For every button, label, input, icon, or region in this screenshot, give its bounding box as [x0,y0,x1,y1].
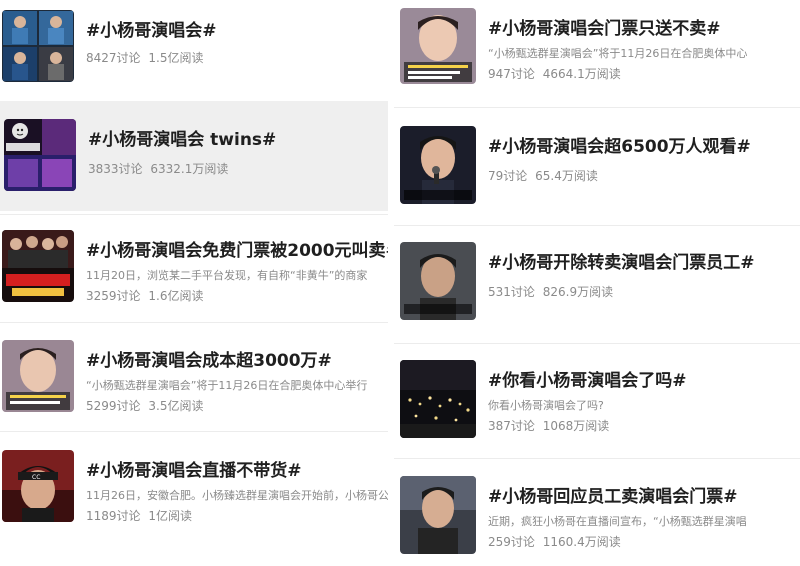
topic-excerpt: 11月20日，浏览某二手平台发现，有自称“非黄牛”的商家 [86,269,368,282]
read-count: 1.6亿阅读 [148,289,204,303]
concert-poster-thumbnail [2,230,74,302]
svg-text:CC: CC [32,474,40,481]
topic-title[interactable]: #小杨哥演唱会# [86,20,388,42]
topic-stats: 947讨论 4664.1万阅读 [488,66,800,82]
collage-thumbnail [2,10,74,82]
topic-title[interactable]: #小杨哥演唱会门票只送不卖# [488,18,800,40]
portrait-thumbnail [400,242,476,320]
topic-item[interactable]: #小杨哥演唱会 twins# 3833讨论 6332.1万阅读 [0,101,388,211]
read-count: 1160.4万阅读 [542,535,621,549]
topic-item[interactable]: #小杨哥演唱会超6500万人观看# 79讨论 65.4万阅读 [394,112,800,222]
read-count: 65.4万阅读 [535,169,598,183]
discussion-count: 79讨论 [488,169,528,183]
topic-stats: 1189讨论 1亿阅读 [86,508,388,524]
read-count: 4664.1万阅读 [542,67,621,81]
selfie-video-thumbnail [400,8,476,84]
singer-microphone-thumbnail [400,126,476,204]
read-count: 3.5亿阅读 [148,399,204,413]
row-divider [0,431,388,432]
topic-stats: 3259讨论 1.6亿阅读 [86,288,388,304]
topic-item[interactable]: #小杨哥演唱会# 8427讨论 1.5亿阅读 [0,0,388,100]
topic-title[interactable]: #小杨哥演唱会直播不带货# [86,460,388,482]
topic-stats: 387讨论 1068万阅读 [488,418,800,434]
topic-title[interactable]: #小杨哥演唱会免费门票被2000元叫卖# [86,240,388,262]
discussion-count: 387讨论 [488,419,535,433]
stadium-crowd-thumbnail [400,360,476,438]
read-count: 1068万阅读 [542,419,610,433]
row-divider [0,214,388,215]
topic-item[interactable]: #小杨哥演唱会免费门票被2000元叫卖# 11月20日，浏览某二手平台发现，有自… [0,218,388,322]
topic-excerpt: 近期，疯狂小杨哥在直播间宣布，“小杨甄选群星演唱 [488,515,747,528]
read-count: 826.9万阅读 [542,285,614,299]
topic-excerpt: 11月26日，安徽合肥。小杨臻选群星演唱会开始前，小杨哥公 [86,489,388,502]
topic-excerpt: “小杨甄选群星演唱会”将于11月26日在合肥奥体中心 [488,47,748,60]
topic-item[interactable]: #小杨哥演唱会成本超3000万# “小杨甄选群星演唱会”将于11月26日在合肥奥… [0,326,388,430]
row-divider [394,107,800,108]
discussion-count: 1189讨论 [86,509,141,523]
row-divider [394,458,800,459]
topic-title[interactable]: #小杨哥演唱会成本超3000万# [86,350,388,372]
topic-title[interactable]: #小杨哥开除转卖演唱会门票员工# [488,252,800,274]
topic-item[interactable]: #小杨哥开除转卖演唱会门票员工# 531讨论 826.9万阅读 [394,228,800,340]
topic-stats: 5299讨论 3.5亿阅读 [86,398,388,414]
read-count: 1亿阅读 [148,509,193,523]
topic-stats: 3833讨论 6332.1万阅读 [88,161,388,177]
topic-excerpt: 你看小杨哥演唱会了吗? [488,399,604,412]
topic-stats: 259讨论 1160.4万阅读 [488,534,800,550]
topic-list-screen: #小杨哥演唱会# 8427讨论 1.5亿阅读 #小杨哥演唱会 twins# 38… [0,0,800,566]
concert-stage-thumbnail [4,119,76,191]
beanie-portrait-thumbnail: CC [2,450,74,522]
topic-stats: 8427讨论 1.5亿阅读 [86,50,388,66]
discussion-count: 5299讨论 [86,399,141,413]
topic-item[interactable]: CC #小杨哥演唱会直播不带货# 11月26日，安徽合肥。小杨臻选群星演唱会开始… [0,436,388,546]
read-count: 6332.1万阅读 [150,162,229,176]
topic-excerpt: “小杨甄选群星演唱会”将于11月26日在合肥奥体中心举行 [86,379,368,392]
discussion-count: 947讨论 [488,67,535,81]
topic-title[interactable]: #小杨哥演唱会超6500万人观看# [488,136,800,158]
discussion-count: 3259讨论 [86,289,141,303]
topic-item[interactable]: #小杨哥回应员工卖演唱会门票# 近期，疯狂小杨哥在直播间宣布，“小杨甄选群星演唱… [394,462,800,566]
selfie-video-thumbnail [2,340,74,412]
topic-item[interactable]: #小杨哥演唱会门票只送不卖# “小杨甄选群星演唱会”将于11月26日在合肥奥体中… [394,0,800,106]
row-divider [0,322,388,323]
read-count: 1.5亿阅读 [148,51,204,65]
topic-stats: 531讨论 826.9万阅读 [488,284,800,300]
row-divider [394,343,800,344]
discussion-count: 259讨论 [488,535,535,549]
topic-title[interactable]: #小杨哥演唱会 twins# [88,129,388,151]
topic-title[interactable]: #小杨哥回应员工卖演唱会门票# [488,486,800,508]
outdoor-portrait-thumbnail [400,476,476,554]
topic-title[interactable]: #你看小杨哥演唱会了吗# [488,370,800,392]
topic-stats: 79讨论 65.4万阅读 [488,168,800,184]
discussion-count: 531讨论 [488,285,535,299]
topic-item[interactable]: #你看小杨哥演唱会了吗# 你看小杨哥演唱会了吗? 387讨论 1068万阅读 [394,346,800,454]
row-divider [394,225,800,226]
discussion-count: 3833讨论 [88,162,143,176]
discussion-count: 8427讨论 [86,51,141,65]
